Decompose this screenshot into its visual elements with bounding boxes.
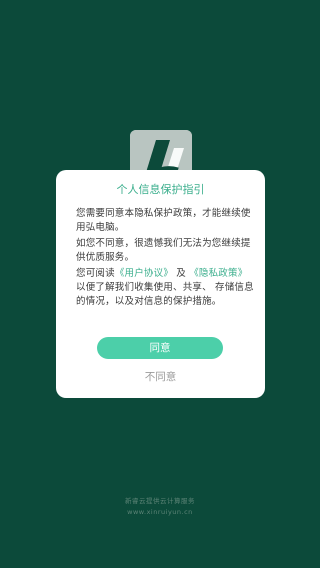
footer-url-text: www.xinruiyun.cn xyxy=(127,508,193,516)
purpose-text: 以便了解我们收集使用、共享、 存储信息的情况，以及对信息的保护措施。 xyxy=(76,282,254,307)
disagree-notice-paragraph: 如您不同意，很遗憾我们无法为您继续提 供优质服务。 xyxy=(76,238,251,263)
footer-company-text: 新睿云提供云计算服务 xyxy=(125,497,195,505)
user-agreement-link[interactable]: 《用户协议》 xyxy=(115,268,173,279)
privacy-policy-link[interactable]: 《隐私政策》 xyxy=(189,268,247,279)
and-text: 及 xyxy=(176,268,186,279)
agree-button[interactable]: 同意 xyxy=(97,337,223,359)
privacy-dialog: 个人信息保护指引 您需要同意本隐私保护政策，才能继续使 用弘电脑。 如您不同意，… xyxy=(56,170,265,398)
read-prefix: 您可阅读 xyxy=(76,268,115,279)
dialog-title: 个人信息保护指引 xyxy=(116,183,205,196)
policy-links-paragraph: 您可阅读《用户协议》 及 《隐私政策》 以便了解我们收集使用、共享、 存储信息的… xyxy=(76,267,256,309)
consent-paragraph: 您需要同意本隐私保护政策，才能继续使 用弘电脑。 xyxy=(76,208,251,233)
disagree-button[interactable]: 不同意 xyxy=(56,369,265,384)
